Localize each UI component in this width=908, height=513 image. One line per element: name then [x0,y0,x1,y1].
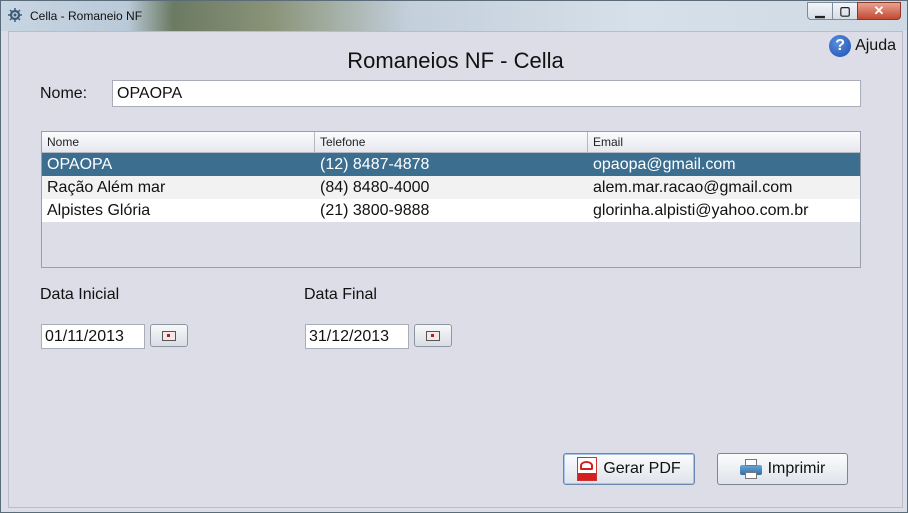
data-inicial-label: Data Inicial [40,286,120,303]
page-title: Romaneios NF - Cella [347,48,564,73]
imprimir-button[interactable]: Imprimir [717,453,848,485]
printer-icon [739,459,762,479]
close-button[interactable]: ✕ [857,2,901,20]
cell-telefone: (84) 8480-4000 [320,178,430,196]
cell-nome: OPAOPA [47,155,113,173]
data-final-input[interactable] [305,324,409,349]
maximize-icon: ▢ [839,4,851,18]
column-header-telefone[interactable]: Telefone [315,132,588,152]
cell-email: opaopa@gmail.com [593,155,736,173]
nome-input[interactable] [112,80,861,107]
cell-telefone: (12) 8487-4878 [320,155,430,173]
table-row[interactable]: OPAOPA (12) 8487-4878 opaopa@gmail.com [42,153,860,176]
gerar-pdf-label: Gerar PDF [603,460,681,477]
cell-email: glorinha.alpisti@yahoo.com.br [593,201,809,219]
app-window: Cella - Romaneio NF ▁ ▢ ✕ ? Ajuda Romane… [0,0,908,513]
pdf-icon [577,457,598,481]
cell-telefone: (21) 3800-9888 [320,201,430,219]
calendar-icon [162,330,176,341]
data-final-calendar-button[interactable] [414,324,452,347]
calendar-icon [426,330,440,341]
minimize-icon: ▁ [815,4,825,18]
column-header-email[interactable]: Email [588,132,860,152]
title-bar[interactable]: Cella - Romaneio NF ▁ ▢ ✕ [1,1,907,31]
gerar-pdf-button[interactable]: Gerar PDF [563,453,695,485]
table-header: Nome Telefone Email [42,132,860,153]
data-inicial-calendar-button[interactable] [150,324,188,347]
clients-table: Nome Telefone Email OPAOPA (12) 8487-487… [41,131,861,268]
close-icon: ✕ [873,3,885,18]
minimize-button[interactable]: ▁ [807,2,833,20]
data-inicial-input[interactable] [41,324,145,349]
cell-nome: Ração Além mar [47,178,166,196]
window-title: Cella - Romaneio NF [30,9,143,23]
column-header-nome[interactable]: Nome [42,132,315,152]
table-row[interactable]: Alpistes Glória (21) 3800-9888 glorinha.… [42,199,860,222]
table-row[interactable]: Ração Além mar (84) 8480-4000 alem.mar.r… [42,176,860,199]
cell-nome: Alpistes Glória [47,201,151,219]
data-final-label: Data Final [304,286,377,303]
maximize-button[interactable]: ▢ [832,2,858,20]
app-gear-icon [8,8,22,22]
imprimir-label: Imprimir [767,460,826,477]
cell-email: alem.mar.racao@gmail.com [593,178,793,196]
main-panel: ? Ajuda Romaneios NF - Cella Nome: Nome … [8,31,903,508]
nome-label: Nome: [40,85,88,102]
window-controls: ▁ ▢ ✕ [807,2,901,20]
